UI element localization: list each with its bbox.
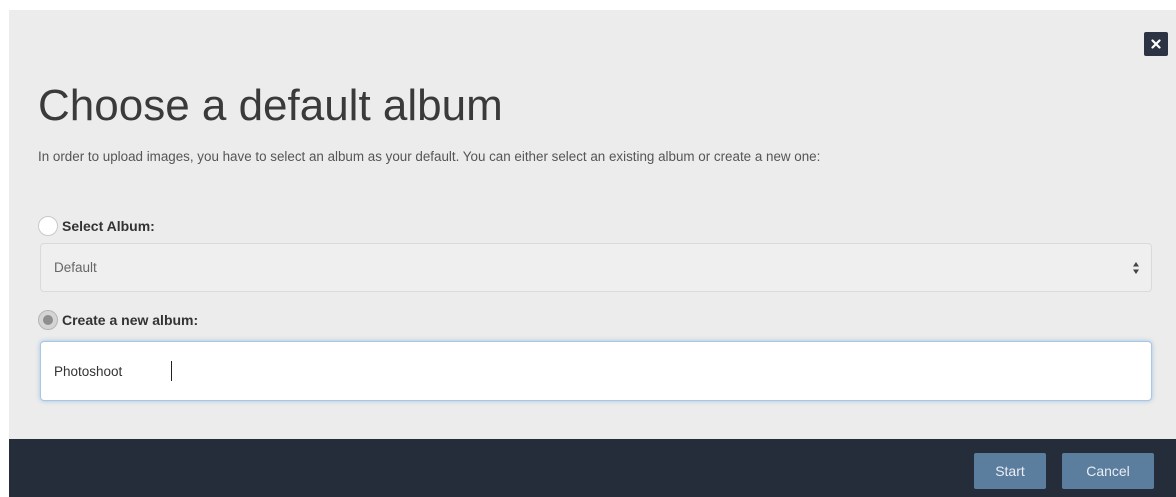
select-album-option[interactable]: Select Album:: [38, 216, 155, 236]
start-button[interactable]: Start: [974, 453, 1046, 489]
select-album-radio[interactable]: [38, 216, 58, 236]
dialog-footer: Start Cancel: [9, 439, 1176, 497]
text-cursor: [171, 361, 172, 381]
create-album-label: Create a new album:: [62, 312, 199, 328]
dialog-title: Choose a default album: [38, 81, 503, 130]
dialog-description: In order to upload images, you have to s…: [38, 149, 821, 164]
close-icon: [1151, 39, 1161, 49]
select-arrows-icon: [1133, 262, 1139, 274]
create-album-radio[interactable]: [38, 310, 58, 330]
cancel-button[interactable]: Cancel: [1062, 453, 1154, 489]
new-album-input[interactable]: [40, 341, 1152, 401]
select-album-label: Select Album:: [62, 218, 155, 234]
album-select-value: Default: [54, 260, 97, 275]
album-select[interactable]: Default: [40, 243, 1152, 292]
create-album-option[interactable]: Create a new album:: [38, 310, 198, 330]
album-dialog: Choose a default album In order to uploa…: [9, 10, 1176, 497]
close-button[interactable]: [1144, 32, 1168, 56]
